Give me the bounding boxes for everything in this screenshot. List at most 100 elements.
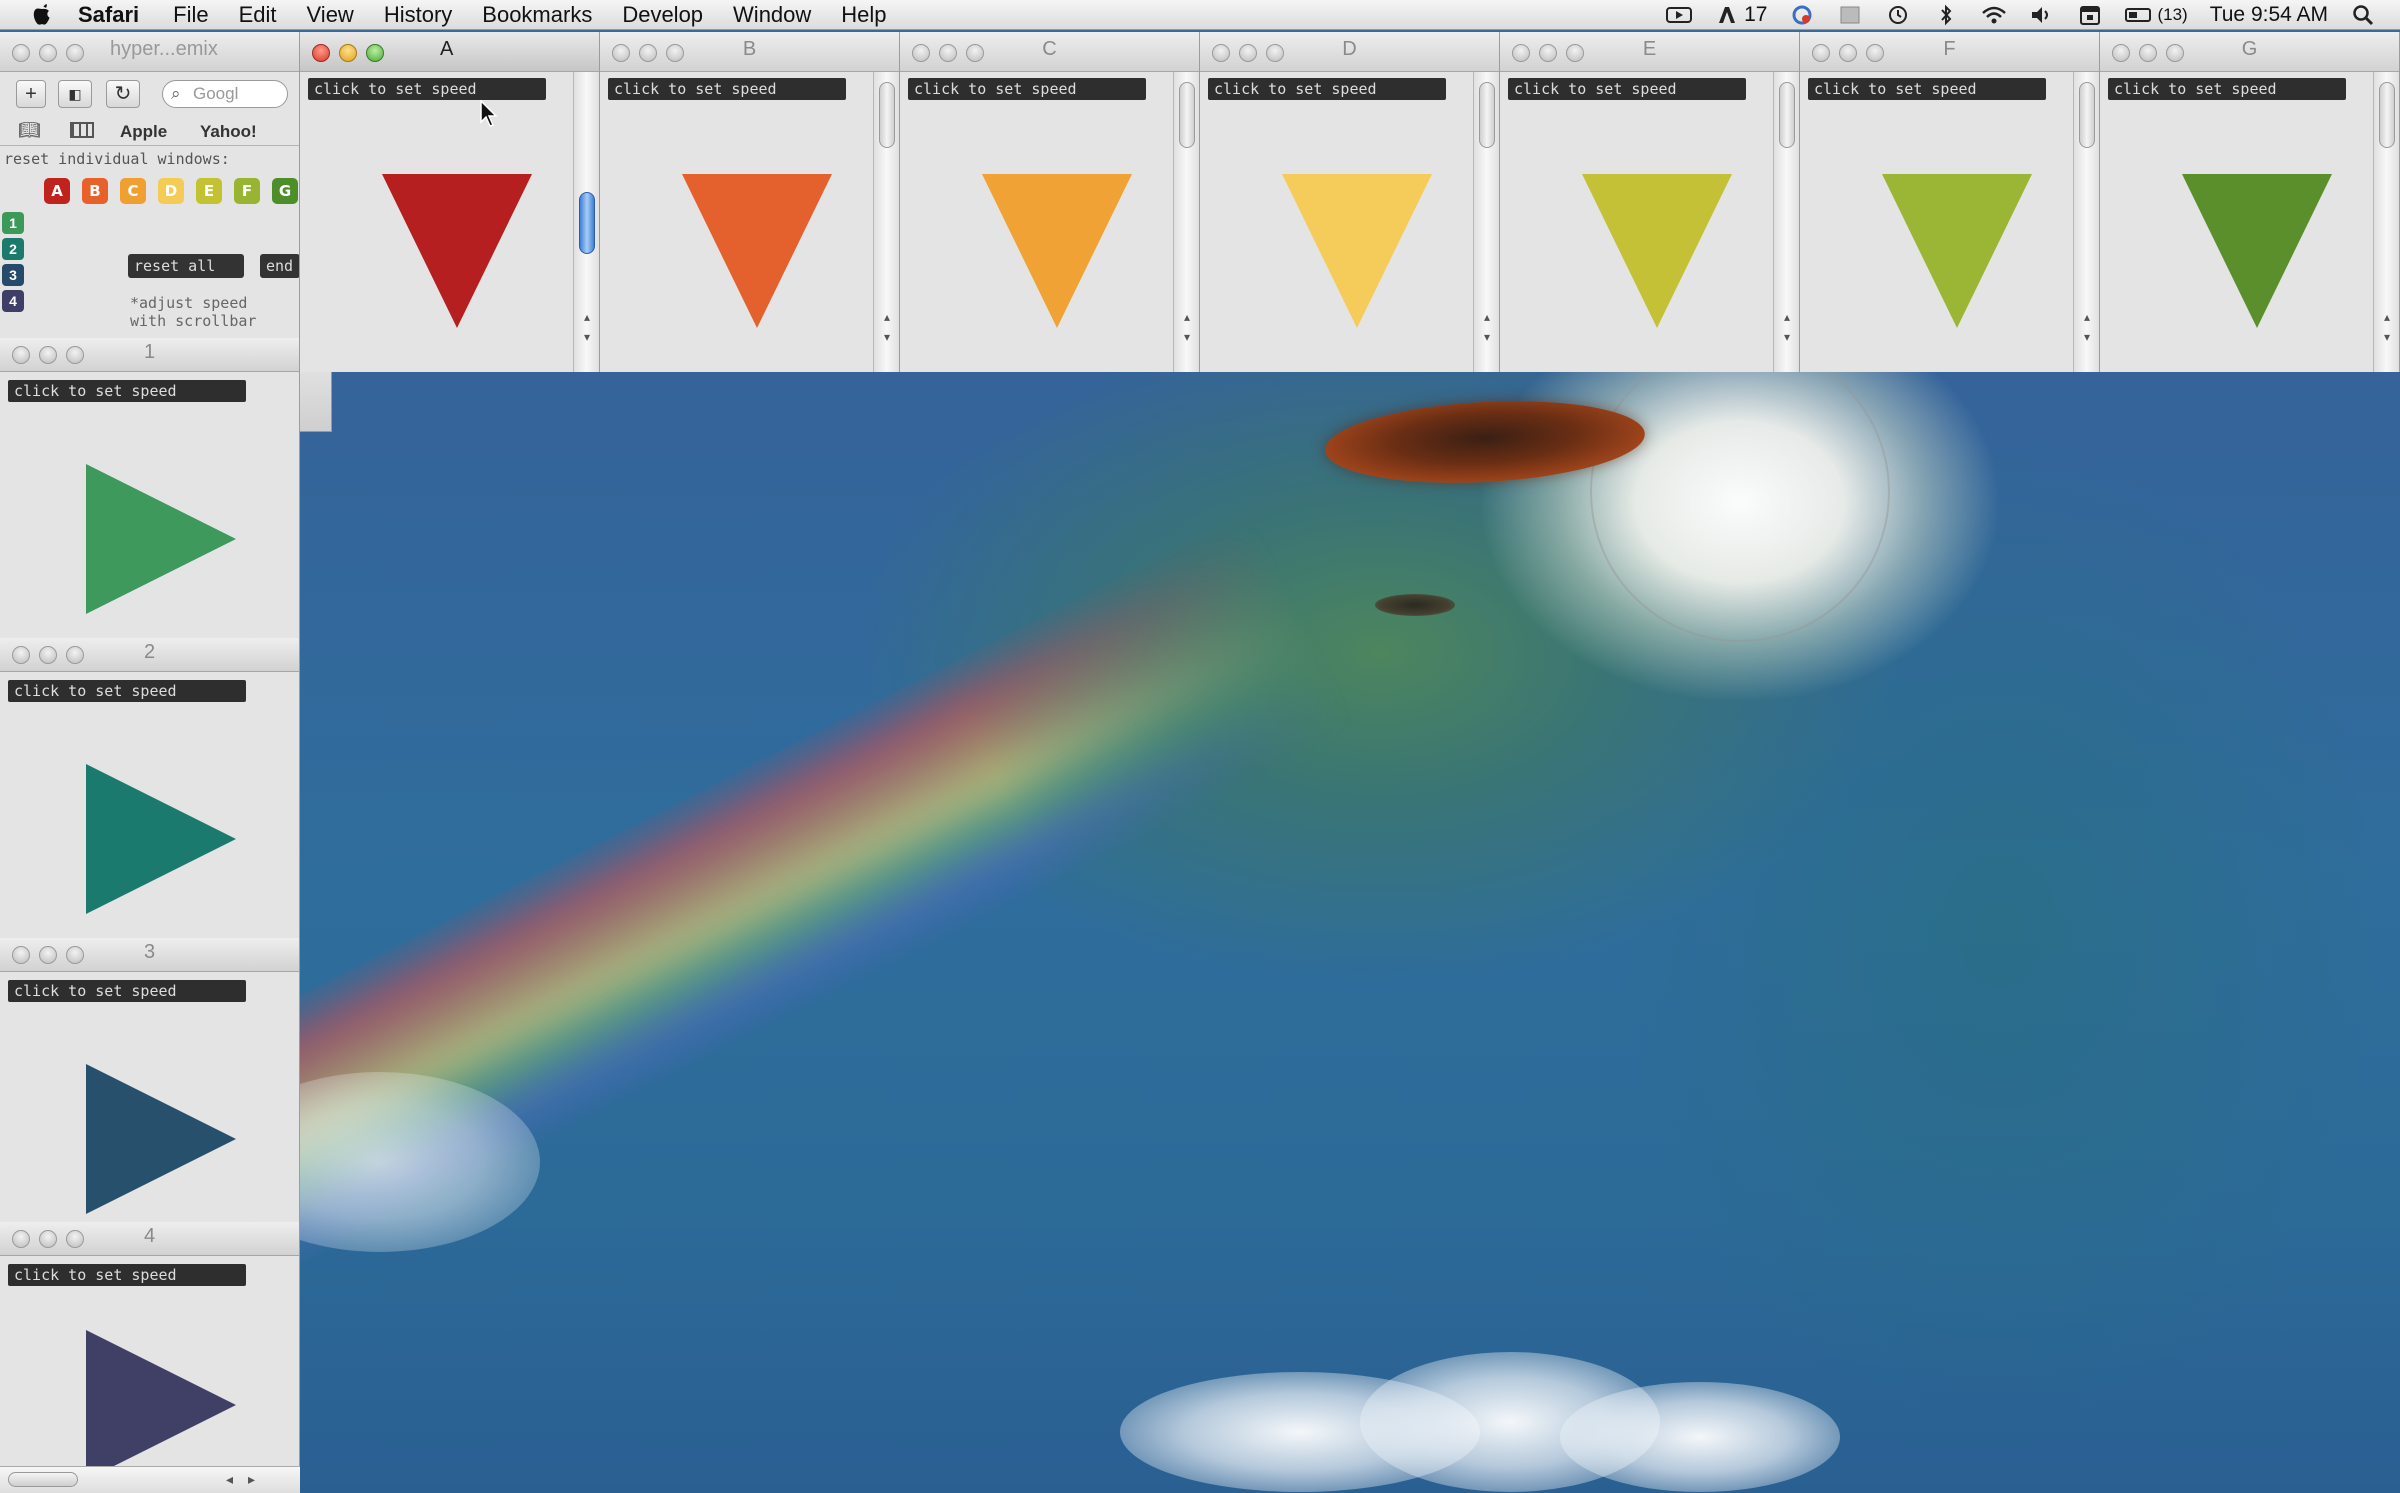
scroll-up-arrow-icon[interactable]: ▴ (880, 310, 894, 324)
menu-help[interactable]: Help (841, 2, 886, 28)
reload-button[interactable]: ↻ (106, 80, 140, 108)
browser-titlebar[interactable]: hyper...emix (0, 32, 299, 72)
add-bookmark-button[interactable]: + (16, 80, 46, 108)
set-speed-button[interactable]: click to set speed (908, 78, 1146, 100)
reset-chip-2[interactable]: 2 (2, 238, 24, 260)
vertical-scrollbar[interactable]: ▴ ▾ (573, 72, 599, 372)
time-machine-icon[interactable] (1885, 5, 1911, 25)
set-speed-button[interactable]: click to set speed (608, 78, 846, 100)
down-triangle-icon[interactable] (980, 172, 1134, 332)
vertical-scrollbar[interactable]: ▴ ▾ (1473, 72, 1499, 372)
window-titlebar[interactable]: 3 (0, 938, 299, 972)
reset-chip-b[interactable]: B (82, 178, 108, 204)
reading-list-icon[interactable]: 📖︎ (18, 120, 41, 141)
menu-edit[interactable]: Edit (239, 2, 277, 28)
horizontal-scrollbar[interactable]: ◂ ▸ (0, 1466, 300, 1493)
vertical-scrollbar[interactable]: ▴ ▾ (873, 72, 899, 372)
scroll-up-arrow-icon[interactable]: ▴ (1180, 310, 1194, 324)
window-titlebar[interactable]: C (900, 32, 1199, 72)
bookmark-yahoo[interactable]: Yahoo! (200, 122, 257, 142)
scroll-up-arrow-icon[interactable]: ▴ (1780, 310, 1794, 324)
set-speed-button[interactable]: click to set speed (2108, 78, 2346, 100)
scroll-left-arrow-icon[interactable]: ◂ (226, 1471, 233, 1488)
reset-all-button[interactable]: reset all (128, 254, 244, 278)
scroll-up-arrow-icon[interactable]: ▴ (1480, 310, 1494, 324)
scroll-thumb[interactable] (879, 82, 895, 148)
scroll-down-arrow-icon[interactable]: ▾ (880, 330, 894, 344)
right-triangle-icon[interactable] (84, 462, 240, 616)
vertical-scrollbar[interactable]: ▴ ▾ (1773, 72, 1799, 372)
calendar-icon[interactable] (2077, 5, 2103, 25)
resize-corner[interactable] (300, 372, 332, 432)
right-triangle-icon[interactable] (84, 1062, 240, 1216)
bookmark-apple[interactable]: Apple (120, 122, 167, 142)
scroll-thumb[interactable] (1179, 82, 1195, 148)
set-speed-button[interactable]: click to set speed (8, 380, 246, 402)
window-titlebar[interactable]: D (1200, 32, 1499, 72)
menu-develop[interactable]: Develop (622, 2, 703, 28)
vertical-scrollbar[interactable]: ▴ ▾ (2373, 72, 2399, 372)
right-triangle-icon[interactable] (84, 1328, 240, 1466)
sync-icon[interactable] (1789, 5, 1815, 25)
menu-file[interactable]: File (173, 2, 208, 28)
scroll-up-arrow-icon[interactable]: ▴ (2380, 310, 2394, 324)
wifi-icon[interactable] (1981, 5, 2007, 25)
scroll-up-arrow-icon[interactable]: ▴ (580, 310, 594, 324)
menu-bookmarks[interactable]: Bookmarks (482, 2, 592, 28)
window-titlebar[interactable]: E (1500, 32, 1799, 72)
volume-icon[interactable] (2029, 5, 2055, 25)
scroll-thumb[interactable] (579, 192, 595, 254)
adobe-updates[interactable]: 17 (1714, 3, 1767, 27)
reset-chip-a[interactable]: A (44, 178, 70, 204)
right-triangle-icon[interactable] (84, 762, 240, 916)
window-titlebar[interactable]: A (300, 32, 599, 72)
scroll-down-arrow-icon[interactable]: ▾ (1780, 330, 1794, 344)
down-triangle-icon[interactable] (1580, 172, 1734, 332)
set-speed-button[interactable]: click to set speed (308, 78, 546, 100)
top-sites-icon[interactable] (70, 122, 94, 138)
window-titlebar[interactable]: 2 (0, 638, 299, 672)
window-titlebar[interactable]: B (600, 32, 899, 72)
scroll-down-arrow-icon[interactable]: ▾ (1480, 330, 1494, 344)
set-speed-button[interactable]: click to set speed (1208, 78, 1446, 100)
set-speed-button[interactable]: click to set speed (1808, 78, 2046, 100)
menu-view[interactable]: View (307, 2, 354, 28)
set-speed-button[interactable]: click to set speed (1508, 78, 1746, 100)
scroll-thumb[interactable] (8, 1472, 78, 1487)
battery-status[interactable]: (13) (2125, 5, 2188, 25)
reset-chip-4[interactable]: 4 (2, 290, 24, 312)
vertical-scrollbar[interactable]: ▴ ▾ (1173, 72, 1199, 372)
scroll-down-arrow-icon[interactable]: ▾ (2380, 330, 2394, 344)
scroll-down-arrow-icon[interactable]: ▾ (580, 330, 594, 344)
scroll-thumb[interactable] (1779, 82, 1795, 148)
grid-icon[interactable] (1837, 5, 1863, 25)
reset-chip-1[interactable]: 1 (2, 212, 24, 234)
reset-chip-3[interactable]: 3 (2, 264, 24, 286)
scroll-down-arrow-icon[interactable]: ▾ (2080, 330, 2094, 344)
window-titlebar[interactable]: G (2100, 32, 2399, 72)
down-triangle-icon[interactable] (1880, 172, 2034, 332)
down-triangle-icon[interactable] (680, 172, 834, 332)
down-triangle-icon[interactable] (1280, 172, 1434, 332)
reset-chip-d[interactable]: D (158, 178, 184, 204)
menu-history[interactable]: History (384, 2, 452, 28)
search-input[interactable]: ⌕ Googl (162, 80, 288, 108)
set-speed-button[interactable]: click to set speed (8, 980, 246, 1002)
apple-menu-icon[interactable] (28, 3, 56, 27)
bluetooth-icon[interactable] (1933, 4, 1959, 25)
down-triangle-icon[interactable] (380, 172, 534, 332)
scroll-thumb[interactable] (1479, 82, 1495, 148)
scroll-right-arrow-icon[interactable]: ▸ (248, 1471, 255, 1488)
spotlight-icon[interactable] (2350, 4, 2376, 25)
reset-chip-f[interactable]: F (234, 178, 260, 204)
set-speed-button[interactable]: click to set speed (8, 1264, 246, 1286)
scroll-thumb[interactable] (2079, 82, 2095, 148)
window-titlebar[interactable]: F (1800, 32, 2099, 72)
end-button[interactable]: end (260, 254, 299, 278)
clock[interactable]: Tue 9:54 AM (2210, 3, 2328, 27)
scroll-up-arrow-icon[interactable]: ▴ (2080, 310, 2094, 324)
down-triangle-icon[interactable] (2180, 172, 2334, 332)
screen-record-icon[interactable] (1666, 5, 1693, 25)
app-menu[interactable]: Safari (78, 2, 139, 28)
reset-chip-e[interactable]: E (196, 178, 222, 204)
